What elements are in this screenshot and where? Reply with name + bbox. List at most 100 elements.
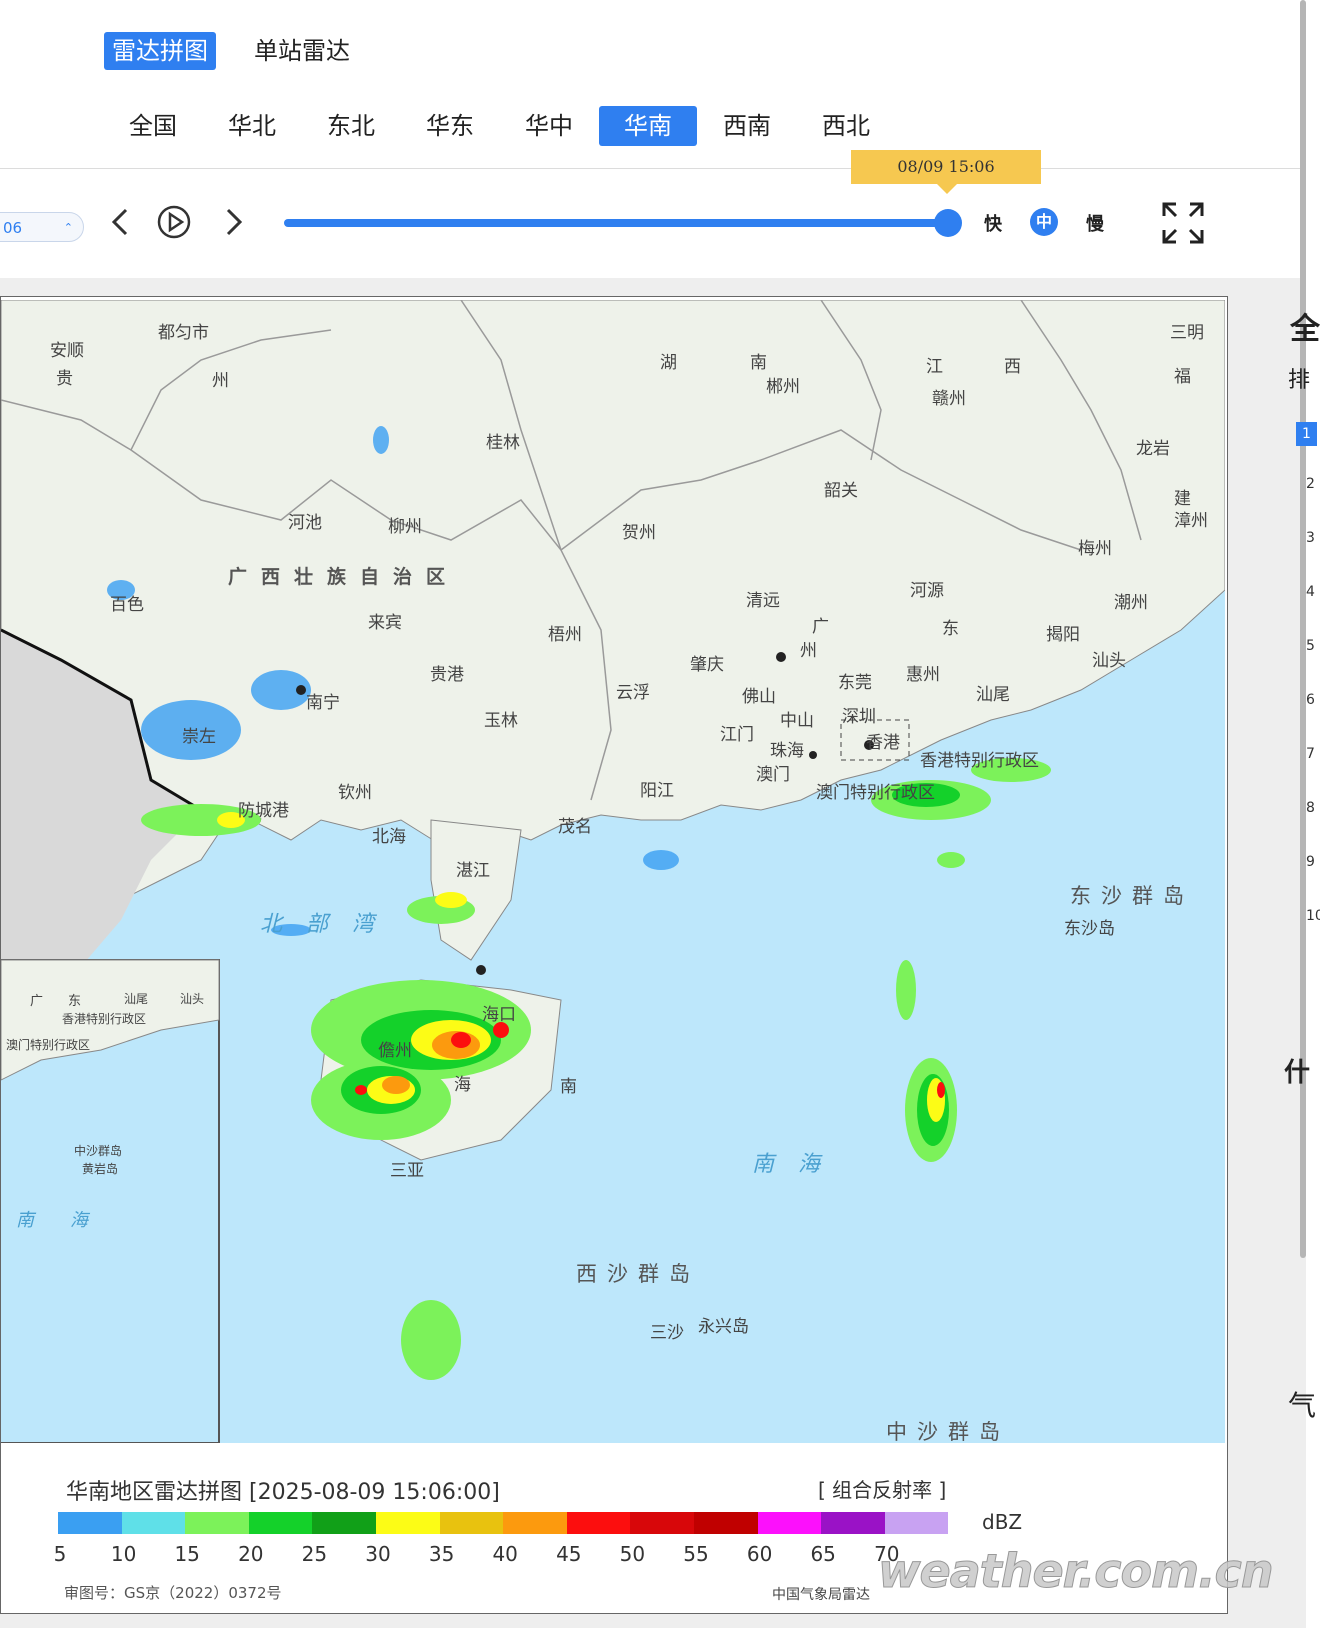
map-label: 龙岩: [1136, 439, 1170, 459]
map-label: 汕尾: [976, 685, 1010, 705]
legend-product-type: [ 组合反射率 ]: [818, 1478, 947, 1502]
play-icon[interactable]: [156, 204, 192, 240]
map-label: 州: [800, 641, 817, 661]
region-tab-national[interactable]: 全国: [104, 106, 202, 146]
tab-radar-mosaic[interactable]: 雷达拼图: [104, 32, 216, 70]
watermark: weather.com.cn: [878, 1544, 1275, 1599]
rank-number: 5: [1306, 638, 1315, 654]
map-label: 西沙群岛: [576, 1262, 700, 1286]
rank-number: 3: [1306, 530, 1315, 546]
map-label: 中山: [780, 711, 814, 731]
sidebar-what-heading: 什: [1284, 1058, 1311, 1088]
time-select[interactable]: 06 ⌃: [0, 212, 84, 242]
map-label-region: 广西壮族自治区: [228, 566, 460, 588]
map-label: 贺州: [622, 523, 656, 543]
timeline-track[interactable]: [284, 219, 950, 227]
legend-swatch: [121, 1512, 186, 1534]
legend-swatch: [630, 1512, 694, 1534]
map-label: 崇左: [182, 727, 216, 747]
map-label: 东沙岛: [1064, 919, 1115, 939]
map-label: 珠海: [770, 741, 804, 761]
speed-fast-button[interactable]: 快: [984, 210, 1002, 236]
map-label: 北海: [372, 827, 406, 847]
map-label: 海: [454, 1075, 471, 1095]
map-label: 儋州: [378, 1041, 412, 1061]
map-label: 南: [750, 353, 767, 373]
inset-label: 黄岩岛: [82, 1162, 119, 1176]
legend-tick: 25: [301, 1542, 328, 1566]
legend-swatch: [757, 1512, 822, 1534]
map-label: 河源: [910, 581, 944, 601]
map-label: 南: [560, 1077, 577, 1097]
map-label: 清远: [746, 591, 780, 611]
map-label: 玉林: [484, 711, 518, 731]
map-label: 深圳: [842, 707, 876, 727]
legend-tick: 5: [53, 1542, 67, 1566]
rank-number: 10: [1306, 908, 1320, 924]
map-label: 安顺: [50, 341, 84, 361]
legend-swatch: [439, 1512, 504, 1534]
inset-label: 澳门特别行政区: [6, 1038, 91, 1052]
region-tab-northeast[interactable]: 东北: [302, 106, 400, 146]
map-label: 阳江: [640, 781, 674, 801]
map-label: 三沙: [650, 1323, 684, 1343]
map-label-sea: 南海: [752, 1152, 845, 1177]
speed-slow-button[interactable]: 慢: [1086, 210, 1104, 236]
legend-swatch: [58, 1512, 122, 1534]
map-label: 柳州: [388, 517, 422, 537]
time-select-value: 06: [3, 219, 23, 237]
speed-medium-button[interactable]: 中: [1030, 208, 1058, 236]
map-label: 东莞: [838, 673, 872, 693]
map-label: 南宁: [306, 693, 340, 713]
map-label: 东: [942, 619, 959, 639]
map-label: 三亚: [390, 1161, 424, 1181]
rank-number: 9: [1306, 854, 1315, 870]
legend-swatch: [312, 1512, 376, 1534]
legend-swatch: [566, 1512, 631, 1534]
tab-single-station[interactable]: 单站雷达: [246, 32, 358, 70]
inset-label-sea: 南海: [16, 1210, 124, 1231]
map-label: 揭阳: [1046, 625, 1080, 645]
map-label: 江: [926, 357, 943, 377]
inset-label: 东: [68, 994, 82, 1009]
inset-label: 汕头: [180, 992, 205, 1006]
rank-number: 1: [1296, 422, 1317, 446]
prev-icon[interactable]: [108, 206, 132, 238]
legend-tick: 55: [683, 1542, 709, 1566]
map-label: 茂名: [558, 817, 592, 837]
next-icon[interactable]: [222, 206, 246, 238]
legend-tick: 30: [365, 1542, 391, 1566]
map-label: 河池: [288, 513, 322, 533]
map-label: 西: [1004, 357, 1021, 377]
legend-swatch: [503, 1512, 567, 1534]
map-label: 贵港: [430, 665, 464, 685]
map-label: 三明: [1170, 323, 1204, 343]
map-label: 都匀市: [158, 323, 209, 343]
legend-swatch: [884, 1512, 949, 1534]
legend-title: 华南地区雷达拼图 [2025-08-09 15:06:00]: [66, 1480, 500, 1505]
map-label-sea: 北部湾: [260, 912, 399, 937]
legend-tick: 10: [110, 1542, 137, 1566]
map-label: 防城港: [238, 801, 289, 821]
map-label: 贵: [56, 369, 73, 389]
map-label: 钦州: [338, 783, 372, 803]
inset-label: 汕尾: [124, 992, 149, 1006]
region-tab-north[interactable]: 华北: [203, 106, 301, 146]
region-tab-northwest[interactable]: 西北: [797, 106, 895, 146]
map-label: 百色: [110, 595, 144, 615]
region-tab-central[interactable]: 华中: [500, 106, 598, 146]
timeline-handle[interactable]: [934, 209, 962, 237]
map-label: 海口: [482, 1005, 516, 1025]
legend-swatch: [693, 1512, 758, 1534]
region-tab-east[interactable]: 华东: [401, 106, 499, 146]
map-label: 赣州: [932, 389, 966, 409]
inset-label: 中沙群岛: [74, 1144, 123, 1158]
region-tab-south[interactable]: 华南: [599, 106, 697, 146]
legend-color-bar: [58, 1512, 949, 1534]
map-label: 云浮: [616, 683, 650, 703]
legend-tick: 45: [556, 1542, 582, 1566]
legend-tick: 35: [428, 1542, 455, 1566]
sidebar-weather-heading: 气: [1288, 1389, 1317, 1422]
fullscreen-icon[interactable]: [1162, 202, 1204, 244]
region-tab-southwest[interactable]: 西南: [698, 106, 796, 146]
